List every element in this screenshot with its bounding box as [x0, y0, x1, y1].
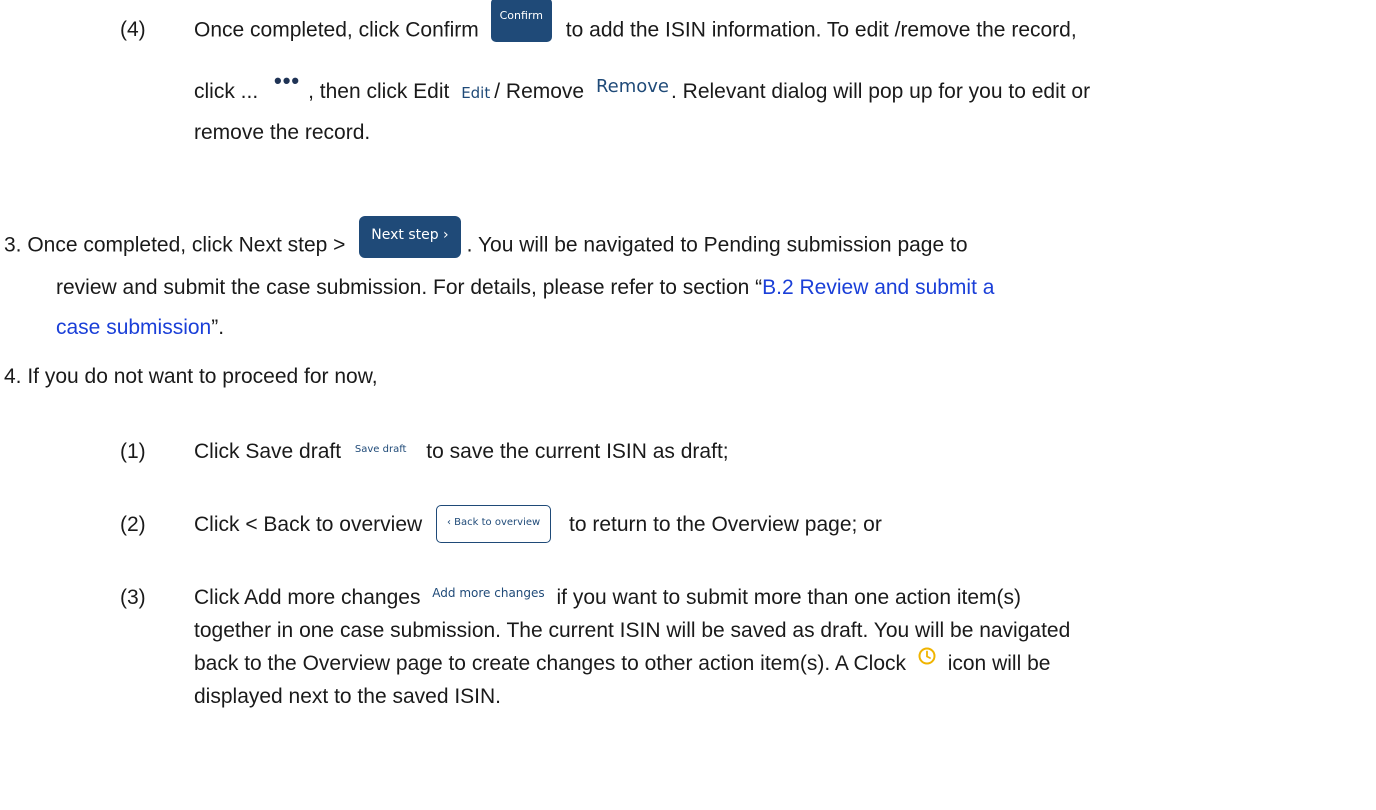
- review-instruction-cont: case submission”.: [56, 316, 225, 339]
- section-link-cont[interactable]: case submission: [56, 316, 211, 339]
- remove-record-text: remove the record.: [194, 121, 371, 144]
- confirm-instruction: Once completed, click Confirm Confirm to…: [194, 0, 1077, 46]
- back-overview-instruction: Click < Back to overview ‹ Back to overv…: [194, 505, 882, 549]
- clock-icon: [918, 645, 936, 665]
- more-dots-icon[interactable]: •••: [274, 68, 300, 93]
- remove-link[interactable]: Remove: [596, 76, 669, 97]
- sub-step-number: (4): [120, 18, 146, 41]
- add-more-detail-cont: back to the Overview page to create chan…: [194, 647, 1050, 678]
- sub-step-number: (1): [120, 440, 146, 463]
- add-more-detail: together in one case submission. The cur…: [194, 619, 1071, 642]
- section-link[interactable]: B.2 Review and submit a: [762, 276, 994, 299]
- edit-remove-instruction: click ... •••, then click Edit Edit / Rem…: [194, 68, 1091, 103]
- confirm-button[interactable]: Confirm: [490, 0, 552, 42]
- sub-step-number: (2): [120, 513, 146, 536]
- next-step-button[interactable]: Next step ›: [359, 216, 461, 258]
- save-draft-instruction: Click Save draft Save draft to save the …: [194, 440, 729, 463]
- add-more-detail-end: displayed next to the saved ISIN.: [194, 685, 502, 708]
- next-step-instruction: 3. Once completed, click Next step > Nex…: [4, 216, 968, 262]
- edit-link[interactable]: Edit: [461, 84, 490, 102]
- sub-step-number: (3): [120, 586, 146, 609]
- add-more-changes-link[interactable]: Add more changes: [432, 586, 544, 600]
- save-draft-link[interactable]: Save draft: [355, 444, 407, 455]
- proceed-later-heading: 4. If you do not want to proceed for now…: [4, 365, 378, 388]
- review-instruction: review and submit the case submission. F…: [56, 276, 995, 299]
- add-more-instruction: Click Add more changes Add more changes …: [194, 586, 1022, 609]
- back-to-overview-button[interactable]: ‹ Back to overview: [436, 505, 552, 543]
